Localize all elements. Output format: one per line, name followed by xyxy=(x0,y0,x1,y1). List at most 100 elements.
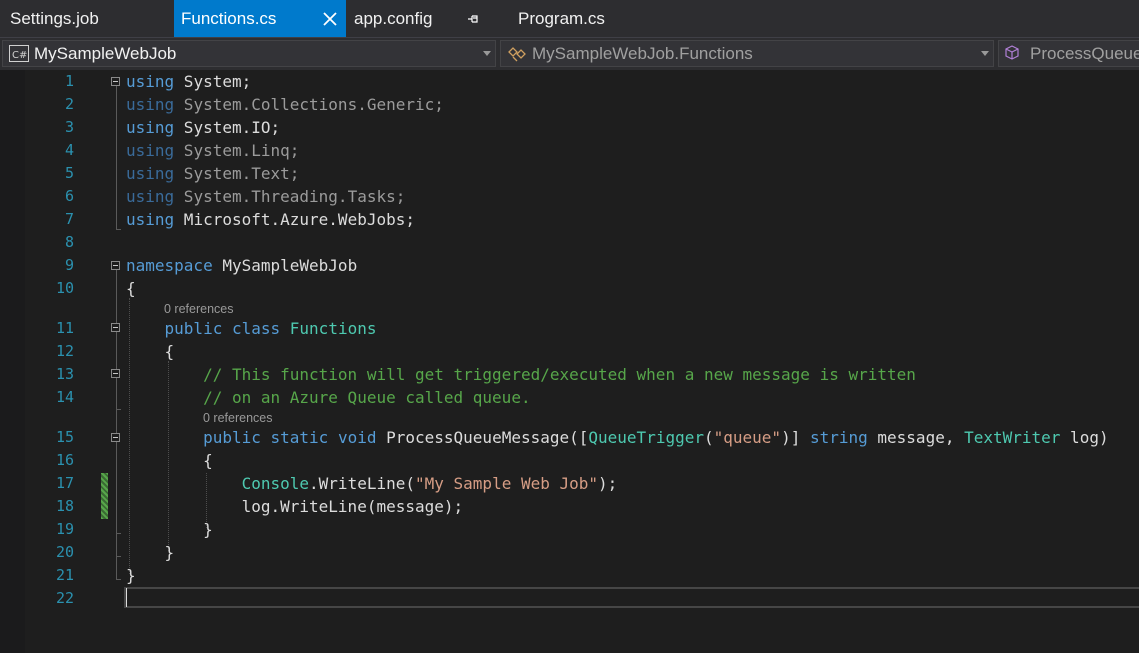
collapse-toggle-icon[interactable] xyxy=(111,261,120,270)
code-line[interactable]: public class Functions xyxy=(126,317,377,340)
code-token: System.Collections.Generic; xyxy=(174,95,444,114)
code-token: Console xyxy=(241,474,310,493)
code-line[interactable]: // This function will get triggered/exec… xyxy=(126,363,916,386)
code-line[interactable]: namespace MySampleWebJob xyxy=(126,254,357,277)
line-number: 5 xyxy=(64,164,74,182)
code-token: System.Linq; xyxy=(174,141,300,160)
tab-label: Program.cs xyxy=(518,9,605,28)
code-line[interactable]: { xyxy=(126,449,213,472)
code-token: static xyxy=(270,428,329,447)
code-line[interactable]: using System.Collections.Generic; xyxy=(126,93,444,116)
code-line[interactable]: { xyxy=(126,277,136,300)
code-token: } xyxy=(126,543,175,562)
code-token: { xyxy=(126,342,175,361)
code-lens-references[interactable]: 0 references xyxy=(203,409,272,427)
line-number: 15 xyxy=(55,428,74,446)
code-line[interactable]: // on an Azure Queue called queue. xyxy=(126,386,531,409)
code-token: class xyxy=(231,319,281,338)
collapse-toggle-icon[interactable] xyxy=(111,77,120,86)
indicator-margin xyxy=(0,70,25,653)
line-number: 16 xyxy=(55,451,74,469)
code-line[interactable]: using System.Threading.Tasks; xyxy=(126,185,405,208)
code-token: public xyxy=(203,428,261,447)
code-line[interactable]: public static void ProcessQueueMessage([… xyxy=(126,426,1109,449)
code-line[interactable]: } xyxy=(126,541,175,564)
line-number: 10 xyxy=(55,279,74,297)
line-number: 9 xyxy=(64,256,74,274)
code-token: } xyxy=(126,520,213,539)
code-lens-references[interactable]: 0 references xyxy=(164,300,233,318)
outline-end xyxy=(116,229,121,230)
code-line[interactable]: } xyxy=(126,564,136,587)
code-token: } xyxy=(126,566,136,585)
tab-program-cs[interactable]: Program.cs xyxy=(516,0,686,37)
code-editor[interactable]: 0 references 0 references 1 using System;… xyxy=(0,70,1139,653)
code-token: log) xyxy=(1060,428,1109,447)
svg-text:C#: C# xyxy=(12,50,27,61)
line-number: 22 xyxy=(55,589,74,607)
code-token: namespace xyxy=(126,256,213,275)
line-number: 19 xyxy=(55,520,74,538)
code-token: "My Sample Web Job" xyxy=(415,474,599,493)
ide-window: Settings.job Functions.cs app.config Pro… xyxy=(0,0,1139,653)
code-line[interactable]: using System.Linq; xyxy=(126,139,299,162)
change-tracking-bar xyxy=(101,473,108,519)
code-token: // This function will get triggered/exec… xyxy=(203,365,916,384)
code-line[interactable]: using System; xyxy=(126,70,251,93)
tab-functions-cs[interactable]: Functions.cs xyxy=(174,0,478,37)
code-line[interactable]: log.WriteLine(message); xyxy=(126,495,464,518)
document-tab-bar: Settings.job Functions.cs app.config Pro… xyxy=(0,0,1139,37)
outline-end xyxy=(116,533,121,534)
line-number: 6 xyxy=(64,187,74,205)
member-dropdown[interactable]: ProcessQueueMessage xyxy=(998,40,1139,67)
collapse-toggle-icon[interactable] xyxy=(111,369,120,378)
line-number: 7 xyxy=(64,210,74,228)
outline-end xyxy=(116,409,121,410)
code-token: string xyxy=(809,428,868,447)
code-line[interactable]: } xyxy=(126,518,213,541)
tab-app-config[interactable]: app.config xyxy=(346,0,516,37)
code-token: .WriteLine( xyxy=(309,474,415,493)
code-token: System; xyxy=(174,72,252,91)
code-token: MySampleWebJob xyxy=(212,256,358,275)
code-line[interactable]: using System.IO; xyxy=(126,116,280,139)
code-line[interactable]: using System.Text; xyxy=(126,162,299,185)
member-label: ProcessQueueMessage xyxy=(1030,44,1139,63)
method-cube-icon xyxy=(1005,45,1019,60)
tab-settings-job[interactable]: Settings.job xyxy=(0,0,172,37)
code-line[interactable]: using Microsoft.Azure.WebJobs; xyxy=(126,208,415,231)
collapse-toggle-icon[interactable] xyxy=(111,323,120,332)
code-token: Microsoft.Azure.WebJobs; xyxy=(174,210,415,229)
type-label: MySampleWebJob.Functions xyxy=(532,44,753,63)
code-line[interactable]: Console.WriteLine("My Sample Web Job"); xyxy=(126,472,618,495)
code-token: using xyxy=(126,95,175,114)
code-token: TextWriter xyxy=(964,428,1061,447)
close-icon[interactable] xyxy=(322,11,338,27)
code-token: System.Threading.Tasks; xyxy=(174,187,406,206)
code-token: ProcessQueueMessage([ xyxy=(376,428,589,447)
type-dropdown[interactable]: MySampleWebJob.Functions xyxy=(500,40,994,67)
code-token: message, xyxy=(867,428,965,447)
line-number: 17 xyxy=(55,474,74,492)
code-token: using xyxy=(126,164,175,183)
collapse-toggle-icon[interactable] xyxy=(111,433,120,442)
outline-line xyxy=(116,84,117,229)
line-number: 20 xyxy=(55,543,74,561)
code-token: System.IO; xyxy=(174,118,281,137)
code-token: "queue" xyxy=(713,428,782,447)
code-line[interactable]: { xyxy=(126,340,175,363)
code-token: { xyxy=(126,451,213,470)
code-token: ( xyxy=(703,428,714,447)
line-number: 18 xyxy=(55,497,74,515)
project-dropdown[interactable]: C# MySampleWebJob xyxy=(2,40,496,67)
code-token: void xyxy=(337,428,377,447)
code-token: using xyxy=(126,210,175,229)
csharp-project-icon: C# xyxy=(9,45,29,62)
code-token: using xyxy=(126,187,175,206)
tab-label: app.config xyxy=(354,9,433,28)
code-token: System.Text; xyxy=(174,164,300,183)
tab-label: Settings.job xyxy=(10,9,99,28)
code-token: Functions xyxy=(289,319,377,338)
